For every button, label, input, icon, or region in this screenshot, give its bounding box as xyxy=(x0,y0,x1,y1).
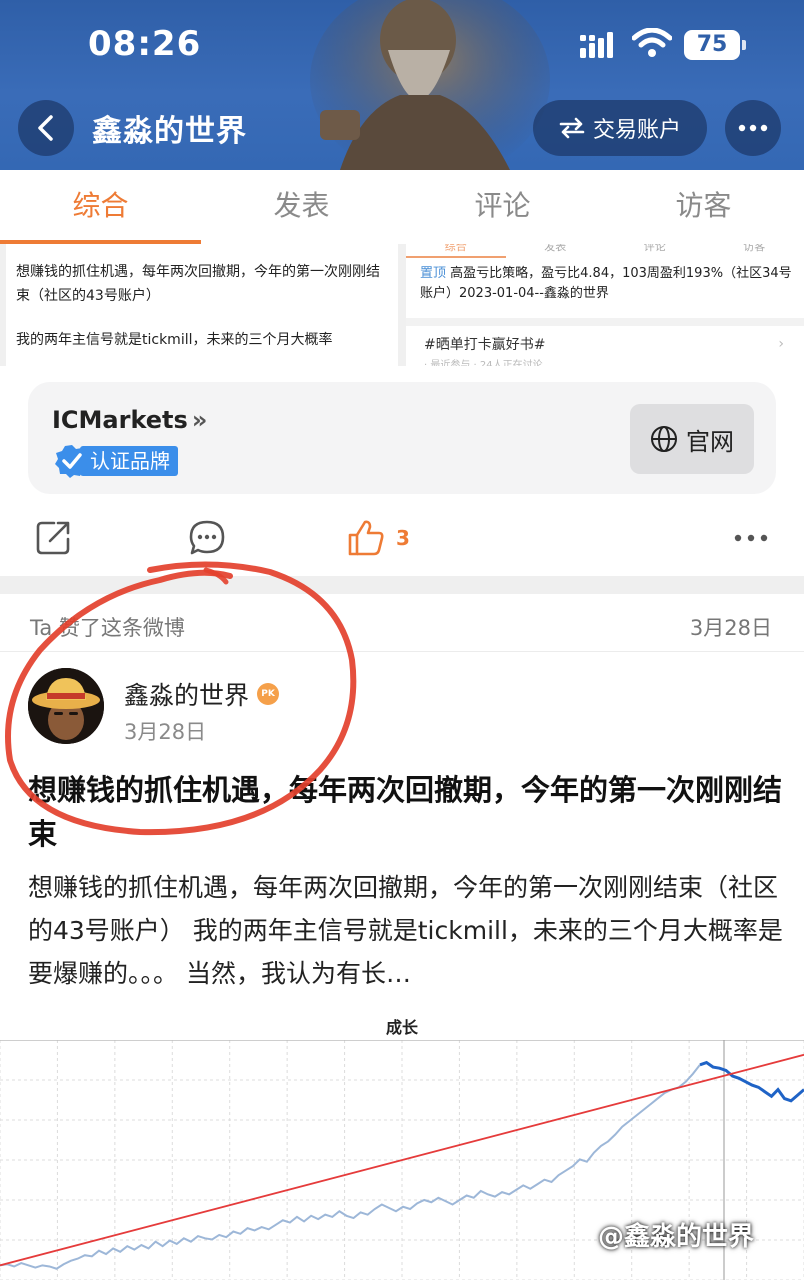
thumbnail-tab: 综合 xyxy=(406,244,506,258)
chevron-right-icon: › xyxy=(778,336,784,352)
thumbnail-paragraph: 想赚钱的抓住机遇，每年两次回撤期，今年的第一次刚刚结束（社区的43号账户） xyxy=(16,264,380,304)
like-count: 3 xyxy=(396,526,410,550)
thumbnail-tab: 访客 xyxy=(743,244,766,253)
battery-indicator: 75 xyxy=(684,30,746,60)
thumbs-up-icon xyxy=(348,520,384,556)
tab-comments[interactable]: 评论 xyxy=(402,170,603,244)
pk-badge-icon: PK xyxy=(257,683,280,705)
thumbnail-paragraph: 我的两年主信号就是tickmill，未来的三个月大概率 xyxy=(16,332,333,348)
author-name: 鑫淼的世界 xyxy=(124,681,250,710)
profile-header: 08:26 75 鑫淼的世界 交易账户 xyxy=(0,0,804,170)
post-more-button[interactable] xyxy=(734,518,768,558)
post-body[interactable]: 想赚钱的抓住机遇，每年两次回撤期，今年的第一次刚刚结束（社区的43号账户） 我的… xyxy=(28,866,788,995)
chevron-left-icon xyxy=(38,115,53,141)
back-button[interactable] xyxy=(18,100,74,156)
topic-title: #晒单打卡赢好书# xyxy=(424,337,546,353)
trade-account-label: 交易账户 xyxy=(592,118,681,143)
page-title: 鑫淼的世界 xyxy=(92,114,247,149)
wifi-icon xyxy=(632,28,672,57)
liked-activity-row: Ta 赞了这条微博 3月28日 xyxy=(0,594,804,652)
like-button[interactable]: 3 xyxy=(346,518,410,558)
tab-posts[interactable]: 发表 xyxy=(201,170,402,244)
liked-activity-label: Ta 赞了这条微博 xyxy=(30,616,185,640)
watermark: @鑫淼的世界 xyxy=(598,1222,755,1252)
thumbnail-tabs: 综合 发表 评论 访客 xyxy=(406,244,804,258)
liked-activity-date: 3月28日 xyxy=(689,616,772,640)
comment-button[interactable] xyxy=(188,518,226,558)
thumbnail-tab: 评论 xyxy=(643,244,666,253)
post-action-bar: 3 xyxy=(0,508,804,568)
comment-icon xyxy=(189,520,225,555)
thumbnail-profile: 综合 发表 评论 访客 置顶 高盈亏比策略，盈亏比4.84，103周盈利193%… xyxy=(406,244,804,366)
thumbnail-topic: #晒单打卡赢好书# · 最近参与 · 24人正在讨论 › xyxy=(406,318,804,366)
thumbnail-post-text: 想赚钱的抓住机遇，每年两次回撤期，今年的第一次刚刚结束（社区的43号账户） 我的… xyxy=(6,244,398,366)
pinned-tag: 置顶 xyxy=(420,266,447,281)
profile-tabs: 综合 发表 评论 访客 xyxy=(0,170,804,244)
brand-card[interactable]: ICMarkets» 认证品牌 官网 xyxy=(28,382,776,494)
verified-badge: 认证品牌 xyxy=(54,444,178,478)
straw-hat-avatar-image xyxy=(28,668,104,744)
verified-check-icon xyxy=(55,445,88,478)
tab-visitors[interactable]: 访客 xyxy=(603,170,804,244)
swap-arrows-icon xyxy=(559,117,585,139)
pinned-text: 高盈亏比策略，盈亏比4.84，103周盈利193%（社区34号账户）2023-0… xyxy=(420,266,792,301)
share-icon xyxy=(36,521,70,555)
post-date: 3月28日 xyxy=(124,720,207,744)
official-site-label: 官网 xyxy=(686,427,734,456)
ellipsis-icon xyxy=(738,124,768,132)
thumbnail-pinned-post: 置顶 高盈亏比策略，盈亏比4.84，103周盈利193%（社区34号账户）202… xyxy=(406,258,804,318)
author-name-link[interactable]: 鑫淼的世界 PK xyxy=(124,676,280,712)
ellipsis-icon xyxy=(734,534,768,542)
topic-subtitle: · 最近参与 · 24人正在讨论 xyxy=(424,360,543,366)
brand-name: ICMarkets xyxy=(52,406,188,434)
trade-account-button[interactable]: 交易账户 xyxy=(533,100,707,156)
double-chevron-icon: » xyxy=(191,406,208,434)
globe-icon xyxy=(651,426,677,452)
thumbnail-tab: 发表 xyxy=(544,244,567,253)
header-statue-image xyxy=(310,0,550,170)
avatar[interactable] xyxy=(28,668,104,744)
section-divider xyxy=(0,576,804,594)
chart-title: 成长 xyxy=(385,1018,418,1037)
tab-overview[interactable]: 综合 xyxy=(0,170,201,244)
more-options-button[interactable] xyxy=(725,100,781,156)
status-time: 08:26 xyxy=(88,24,202,64)
share-button[interactable] xyxy=(34,518,72,558)
official-site-button[interactable]: 官网 xyxy=(630,404,754,474)
brand-name-link[interactable]: ICMarkets» xyxy=(52,406,207,434)
cellular-signal-icon xyxy=(580,32,613,58)
screenshot-thumbnails: 想赚钱的抓住机遇，每年两次回撤期，今年的第一次刚刚结束（社区的43号账户） 我的… xyxy=(0,244,804,366)
verified-badge-label: 认证品牌 xyxy=(80,446,178,476)
post-title[interactable]: 想赚钱的抓住机遇，每年两次回撤期，今年的第一次刚刚结束 xyxy=(28,768,788,856)
